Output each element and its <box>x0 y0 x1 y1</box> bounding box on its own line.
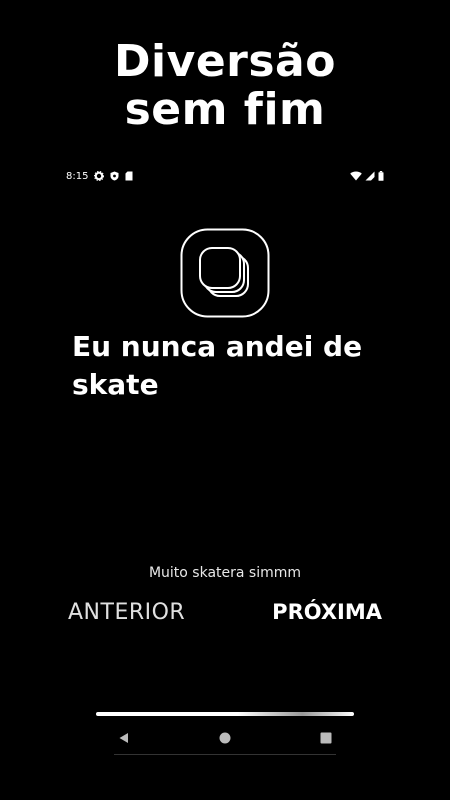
progress-bar <box>96 712 354 716</box>
answer-text: Muito skatera simmm <box>148 565 302 581</box>
status-time: 8:15 <box>66 170 89 182</box>
progress-fill <box>96 712 354 716</box>
status-left: 8:15 <box>66 171 133 182</box>
home-icon[interactable] <box>215 728 235 748</box>
question-text: Eu nunca andei de skate <box>72 330 363 401</box>
phone-screen: 8:15 Eu nunca andei de skate Muito skate… <box>58 160 392 760</box>
shield-icon <box>110 171 119 181</box>
recents-icon[interactable] <box>316 728 336 748</box>
cell-signal-icon <box>365 171 375 181</box>
battery-icon <box>378 171 384 181</box>
settings-icon <box>94 171 105 181</box>
status-right <box>350 171 384 181</box>
promo-title: Diversão sem fim <box>0 38 450 134</box>
next-button[interactable]: PRÓXIMA <box>272 600 382 624</box>
previous-button[interactable]: ANTERIOR <box>68 600 185 625</box>
promo-title-line-2: sem fim <box>124 84 326 135</box>
stacked-cards-icon <box>180 228 270 318</box>
status-bar: 8:15 <box>66 168 384 184</box>
wifi-icon <box>350 171 362 181</box>
navigation-bar <box>114 722 336 755</box>
sim-card-icon <box>125 171 133 181</box>
promo-title-line-1: Diversão <box>114 36 336 87</box>
back-icon[interactable] <box>114 728 134 748</box>
